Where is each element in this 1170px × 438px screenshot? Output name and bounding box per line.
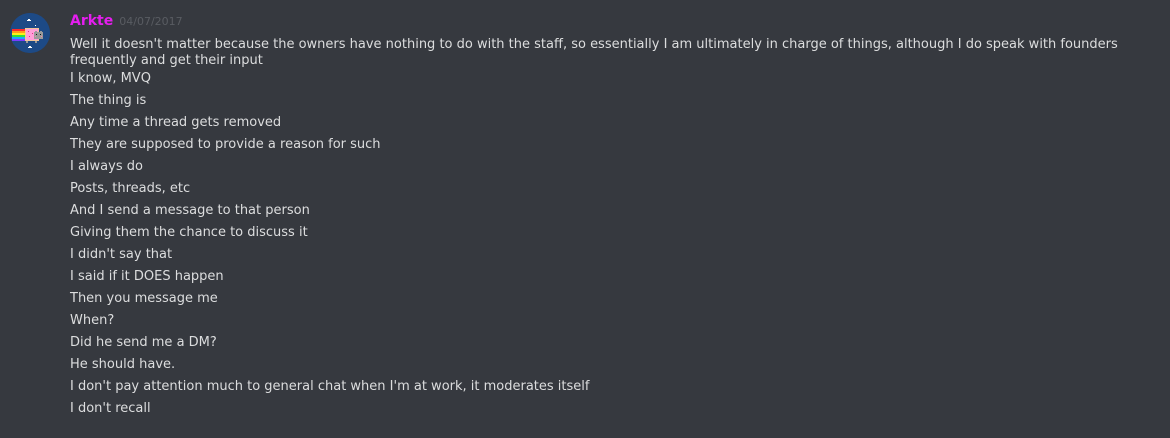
message-line: The thing is — [70, 93, 147, 108]
message-line: Posts, threads, etc — [70, 181, 191, 196]
message-line: And I send a message to that person — [70, 203, 310, 218]
message-line: I don't recall — [70, 401, 151, 416]
message-line: I always do — [70, 159, 143, 174]
message-line: Any time a thread gets removed — [70, 115, 282, 130]
username[interactable]: Arkte — [70, 13, 113, 29]
message-line: I don't pay attention much to general ch… — [70, 379, 590, 394]
message-line: Did he send me a DM? — [70, 335, 217, 350]
message-line: I said if it DOES happen — [70, 269, 224, 284]
message-line: When? — [70, 313, 115, 328]
message-line: I didn't say that — [70, 247, 173, 262]
message-header: Arkte 04/07/2017 — [70, 13, 183, 33]
message-line: Then you message me — [70, 291, 218, 306]
message-lines: Well it doesn't matter because the owner… — [70, 37, 1160, 423]
timestamp: 04/07/2017 — [119, 15, 183, 28]
nyan-cat-avatar-icon — [10, 13, 50, 53]
message-group: Arkte 04/07/2017 Well it doesn't matter … — [0, 0, 1170, 438]
message-line: He should have. — [70, 357, 176, 372]
message-line: They are supposed to provide a reason fo… — [70, 137, 381, 152]
message-line: Well it doesn't matter because the owner… — [70, 37, 1118, 68]
avatar[interactable] — [10, 13, 50, 53]
message-line: I know, MVQ — [70, 71, 151, 86]
message-line: Giving them the chance to discuss it — [70, 225, 308, 240]
